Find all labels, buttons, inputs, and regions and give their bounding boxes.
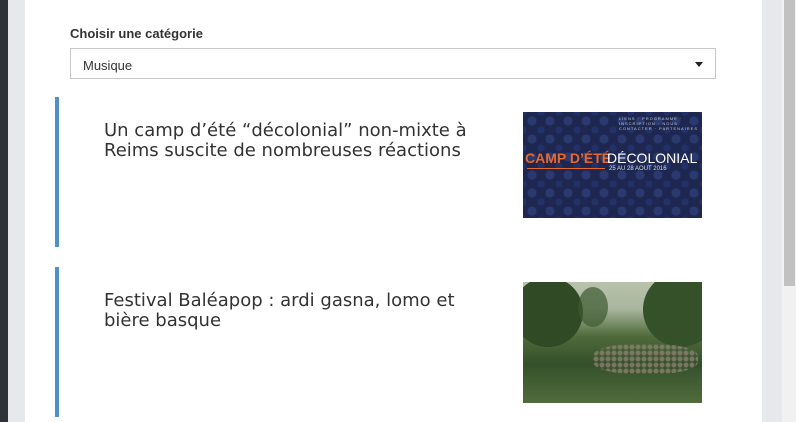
photo-tree [523, 282, 583, 347]
thumbnail-underline [527, 168, 605, 169]
article-accent-bar [55, 97, 59, 247]
photo-tree [578, 287, 608, 327]
scrollbar-thumb[interactable] [784, 0, 795, 286]
photo-tree [643, 282, 702, 347]
chevron-down-icon [695, 62, 703, 67]
photo-crowd [593, 344, 698, 374]
thumbnail-headline-right: DÉCOLONIAL [607, 150, 698, 166]
article-card[interactable]: Festival Baléapop : ardi gasna, lomo et … [55, 267, 717, 417]
left-dark-strip [0, 0, 8, 422]
article-title[interactable]: Festival Baléapop : ardi gasna, lomo et … [104, 291, 504, 331]
article-card[interactable]: Un camp d’été “décolonial” non-mixte à R… [55, 97, 717, 247]
article-thumbnail[interactable]: LIENS · PROGRAMME · INSCRIPTION · NOUS C… [523, 112, 702, 218]
category-select-value: Musique [83, 58, 133, 73]
article-accent-bar [55, 267, 59, 417]
thumbnail-nav-text: LIENS · PROGRAMME · INSCRIPTION · NOUS C… [619, 116, 699, 131]
category-select[interactable]: Musique [70, 48, 716, 79]
category-label: Choisir une catégorie [70, 26, 203, 41]
thumbnail-headline-left: CAMP D’ÉTÉ [525, 150, 612, 166]
article-thumbnail[interactable] [523, 282, 702, 403]
thumbnail-dates: 25 AU 28 AOUT 2016 [609, 166, 667, 172]
article-title[interactable]: Un camp d’été “décolonial” non-mixte à R… [104, 121, 504, 161]
